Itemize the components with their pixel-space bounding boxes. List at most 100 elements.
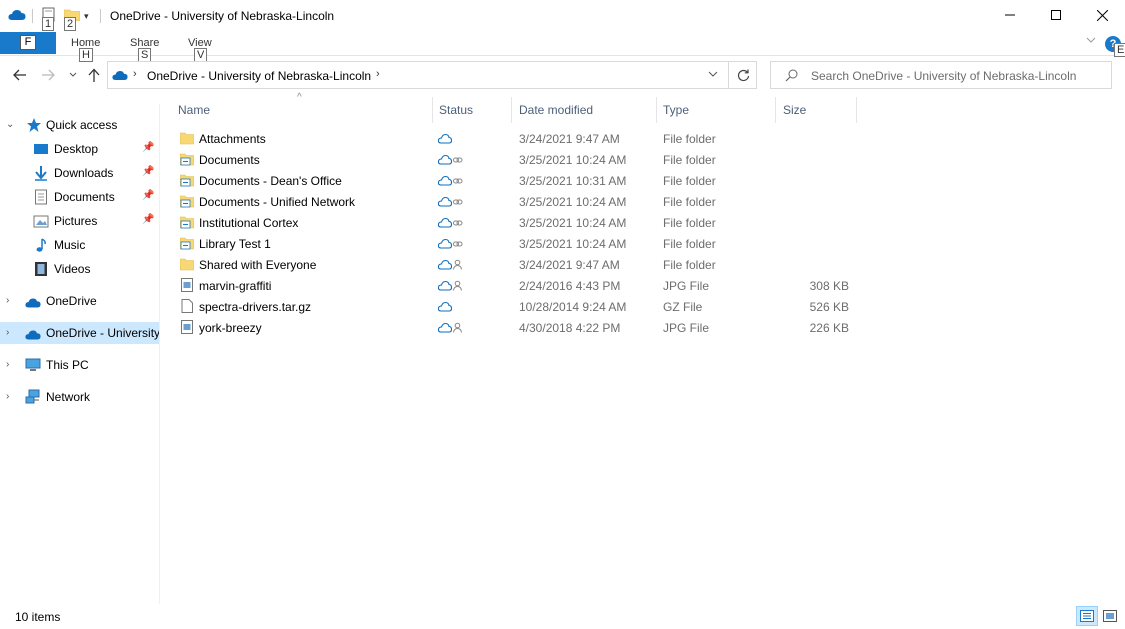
desktop-icon	[34, 144, 48, 154]
nav-this-pc[interactable]: › This PC	[0, 354, 159, 376]
star-icon	[27, 118, 41, 132]
file-name: Documents - Unified Network	[199, 195, 356, 209]
address-history-icon[interactable]	[708, 70, 718, 78]
column-header-date-modified[interactable]: Date modified	[512, 97, 656, 123]
close-button[interactable]	[1079, 0, 1125, 30]
column-header-status[interactable]: Status	[433, 97, 511, 123]
address-bar[interactable]: › OneDrive - University of Nebraska-Linc…	[107, 61, 757, 89]
nav-quick-access[interactable]: ⌄ Quick access	[0, 114, 159, 136]
chevron-right-icon[interactable]: ›	[376, 68, 380, 80]
file-name: york-breezy	[199, 321, 262, 335]
chevron-down-icon[interactable]: ⌄	[6, 119, 14, 130]
large-icons-view-button[interactable]	[1100, 606, 1120, 626]
pin-icon[interactable]: 📌	[142, 142, 154, 153]
file-row[interactable]: marvin-graffiti 2/24/2016 4:43 PM JPG File…	[172, 275, 862, 296]
maximize-icon	[1051, 10, 1061, 20]
file-date-modified: 3/25/2021 10:24 AM	[519, 216, 627, 230]
file-type: File folder	[663, 195, 716, 209]
back-button[interactable]	[10, 65, 30, 85]
file-size: 526 KB	[809, 300, 849, 314]
nav-music[interactable]: Music	[0, 234, 159, 256]
file-row[interactable]: spectra-drivers.tar.gz 10/28/2014 9:24 AM…	[172, 296, 862, 317]
file-row[interactable]: Documents - Dean's Office 3/25/2021 10:31…	[172, 170, 862, 191]
file-row[interactable]: Library Test 1 3/25/2021 10:24 AM File fol…	[172, 233, 862, 254]
maximize-button[interactable]	[1033, 0, 1079, 30]
sync-status-icon	[438, 322, 462, 333]
search-icon	[785, 69, 798, 82]
file-row[interactable]: Documents - Unified Network 3/25/2021 10:…	[172, 191, 862, 212]
image-file-icon	[181, 278, 193, 292]
file-name: marvin-graffiti	[199, 279, 272, 293]
onedrive-cloud-icon	[25, 330, 41, 340]
nav-downloads[interactable]: Downloads 📌	[0, 162, 159, 184]
downloads-icon	[35, 166, 47, 181]
expand-ribbon-icon[interactable]	[1086, 36, 1096, 44]
navigation-bar: › OneDrive - University of Nebraska-Linc…	[0, 58, 1125, 92]
search-box[interactable]: Search OneDrive - University of Nebraska…	[770, 61, 1112, 89]
file-type: File folder	[663, 174, 716, 188]
pictures-icon	[33, 215, 49, 228]
chevron-right-icon[interactable]: ›	[6, 391, 9, 402]
network-icon	[25, 389, 40, 404]
column-header-name[interactable]: Name	[172, 97, 432, 123]
forward-button[interactable]	[38, 65, 58, 85]
customize-quick-access-icon[interactable]: ▾	[84, 11, 89, 22]
shared-folder-icon	[180, 195, 194, 208]
nav-label: OneDrive	[46, 294, 97, 308]
file-row[interactable]: Shared with Everyone 3/24/2021 9:47 AM Fil…	[172, 254, 862, 275]
file-type: JPG File	[663, 321, 710, 335]
nav-pictures[interactable]: Pictures 📌	[0, 210, 159, 232]
chevron-down-icon	[69, 72, 77, 77]
chevron-right-icon[interactable]: ›	[6, 295, 9, 306]
details-view-button[interactable]	[1076, 606, 1098, 626]
file-date-modified: 3/24/2021 9:47 AM	[519, 132, 620, 146]
file-type: File folder	[663, 216, 716, 230]
nav-label: OneDrive - University of Nebraska-Lincol…	[46, 326, 159, 340]
search-placeholder[interactable]: Search OneDrive - University of Nebraska…	[811, 69, 1076, 83]
file-date-modified: 3/25/2021 10:24 AM	[519, 237, 627, 251]
this-pc-icon	[25, 358, 41, 371]
file-row[interactable]: Institutional Cortex 3/25/2021 10:24 AM Fi…	[172, 212, 862, 233]
up-button[interactable]	[84, 65, 104, 85]
details-view-icon	[1080, 610, 1094, 622]
pin-icon[interactable]: 📌	[142, 166, 154, 177]
column-header-type[interactable]: Type	[657, 97, 775, 123]
file-type: GZ File	[663, 300, 703, 314]
file-row[interactable]: Attachments 3/24/2021 9:47 AM File folder	[172, 128, 862, 149]
documents-icon	[35, 189, 47, 205]
divider	[32, 9, 33, 23]
nav-onedrive-university[interactable]: › OneDrive - University of Nebraska-Linc…	[0, 322, 159, 344]
file-row[interactable]: york-breezy 4/30/2018 4:22 PM JPG File 226 …	[172, 317, 862, 338]
chevron-right-icon[interactable]: ›	[6, 327, 9, 338]
column-header-size[interactable]: Size	[776, 97, 856, 123]
nav-documents[interactable]: Documents 📌	[0, 186, 159, 208]
file-date-modified: 3/25/2021 10:31 AM	[519, 174, 627, 188]
pin-icon[interactable]: 📌	[142, 190, 154, 201]
nav-network[interactable]: › Network	[0, 386, 159, 408]
file-date-modified: 3/24/2021 9:47 AM	[519, 258, 620, 272]
minimize-button[interactable]	[987, 0, 1033, 30]
file-tab[interactable]: F	[0, 32, 56, 54]
nav-desktop[interactable]: Desktop 📌	[0, 138, 159, 160]
file-date-modified: 10/28/2014 9:24 AM	[519, 300, 627, 314]
nav-onedrive[interactable]: › OneDrive	[0, 290, 159, 312]
file-row[interactable]: Documents 3/25/2021 10:24 AM File folder	[172, 149, 862, 170]
nav-label: Network	[46, 390, 91, 404]
nav-label: Quick access	[46, 118, 118, 132]
refresh-button[interactable]	[728, 61, 757, 89]
folder-icon	[180, 132, 194, 145]
chevron-right-icon[interactable]: ›	[133, 68, 137, 80]
up-arrow-icon	[88, 68, 100, 82]
sync-status-icon	[438, 280, 462, 291]
pin-icon[interactable]: 📌	[142, 214, 154, 225]
nav-videos[interactable]: Videos	[0, 258, 159, 280]
image-file-icon	[181, 320, 193, 334]
column-divider[interactable]	[856, 97, 857, 123]
chevron-right-icon[interactable]: ›	[6, 359, 9, 370]
recent-locations-button[interactable]	[63, 65, 83, 85]
keytip-properties: 1	[42, 17, 55, 31]
keytip-file: F	[20, 35, 36, 50]
large-icons-view-icon	[1103, 610, 1117, 622]
breadcrumb[interactable]: OneDrive - University of Nebraska-Lincol…	[147, 69, 371, 83]
file-name: Attachments	[199, 132, 266, 146]
